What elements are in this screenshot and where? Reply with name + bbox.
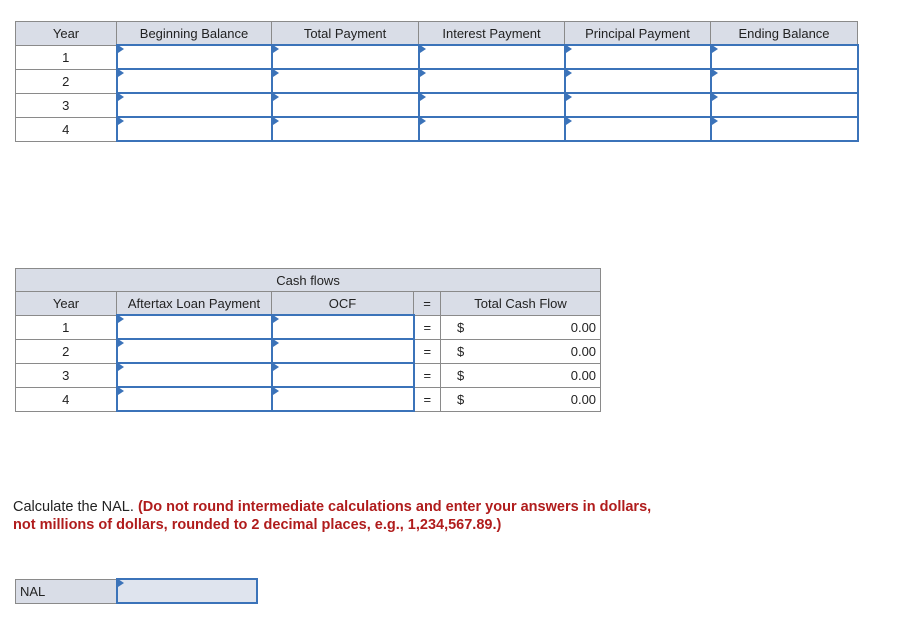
aftertax-loan-payment-input[interactable] [115, 362, 273, 388]
principal-payment-input[interactable] [563, 116, 712, 142]
table-row: 3 [15, 92, 859, 118]
nal-table: NAL [15, 578, 258, 604]
year-cell: 3 [15, 362, 117, 388]
beginning-balance-input[interactable] [115, 68, 273, 94]
header-total-payment: Total Payment [271, 21, 419, 46]
total-value: 0.00 [570, 391, 597, 407]
table-row: 2 [15, 68, 859, 94]
total-value: 0.00 [570, 343, 597, 359]
ocf-input[interactable] [270, 362, 415, 388]
year-cell: 2 [15, 68, 117, 94]
total-payment-input[interactable] [270, 116, 420, 142]
equals-sign: = [413, 386, 441, 412]
ending-balance-input[interactable] [709, 44, 859, 70]
beginning-balance-input[interactable] [115, 116, 273, 142]
year-cell: 3 [15, 92, 117, 118]
table-row: 4 = $0.00 [15, 386, 602, 412]
ending-balance-input[interactable] [709, 92, 859, 118]
equals-sign: = [413, 338, 441, 364]
beginning-balance-input[interactable] [115, 44, 273, 70]
beginning-balance-input[interactable] [115, 92, 273, 118]
header-ocf: OCF [271, 291, 414, 316]
header-ending-balance: Ending Balance [710, 21, 858, 46]
principal-payment-input[interactable] [563, 68, 712, 94]
year-cell: 2 [15, 338, 117, 364]
year-cell: 1 [15, 314, 117, 340]
table-row: 1 [15, 44, 859, 70]
principal-payment-input[interactable] [563, 92, 712, 118]
table-row: 3 = $0.00 [15, 362, 602, 388]
ending-balance-input[interactable] [709, 116, 859, 142]
table-row: 2 = $0.00 [15, 338, 602, 364]
principal-payment-input[interactable] [563, 44, 712, 70]
total-payment-input[interactable] [270, 68, 420, 94]
ocf-input[interactable] [270, 386, 415, 412]
currency-symbol: $ [457, 319, 465, 335]
ocf-input[interactable] [270, 338, 415, 364]
interest-payment-input[interactable] [417, 68, 566, 94]
aftertax-loan-payment-input[interactable] [115, 386, 273, 412]
year-cell: 4 [15, 386, 117, 412]
equals-sign: = [413, 314, 441, 340]
total-cash-flow: $0.00 [439, 362, 602, 388]
total-payment-input[interactable] [270, 92, 420, 118]
year-cell: 4 [15, 116, 117, 142]
total-payment-input[interactable] [270, 44, 420, 70]
header-year: Year [15, 291, 117, 316]
cash-flows-title: Cash flows [14, 268, 602, 292]
total-value: 0.00 [570, 319, 597, 335]
instruction: Calculate the NAL. (Do not round interme… [13, 498, 653, 534]
instruction-text: Calculate the NAL. [13, 499, 134, 515]
currency-symbol: $ [457, 367, 465, 383]
equals-sign: = [413, 362, 441, 388]
header-interest-payment: Interest Payment [418, 21, 565, 46]
amortization-table: Year Beginning Balance Total Payment Int… [15, 21, 859, 142]
currency-symbol: $ [457, 343, 465, 359]
year-cell: 1 [15, 44, 117, 70]
table-row: 1 = $0.00 [15, 314, 602, 340]
interest-payment-input[interactable] [417, 44, 566, 70]
total-cash-flow: $0.00 [439, 338, 602, 364]
interest-payment-input[interactable] [417, 116, 566, 142]
header-principal-payment: Principal Payment [564, 21, 711, 46]
header-aftertax-loan-payment: Aftertax Loan Payment [116, 291, 272, 316]
total-value: 0.00 [570, 367, 597, 383]
table-row: 4 [15, 116, 859, 142]
header-total-cash-flow: Total Cash Flow [439, 291, 602, 316]
cash-flows-table: Cash flows Year Aftertax Loan Payment OC… [14, 268, 602, 412]
header-beginning-balance: Beginning Balance [116, 21, 272, 46]
header-equals: = [413, 291, 441, 316]
total-cash-flow: $0.00 [439, 386, 602, 412]
ending-balance-input[interactable] [709, 68, 859, 94]
interest-payment-input[interactable] [417, 92, 566, 118]
total-cash-flow: $0.00 [439, 314, 602, 340]
nal-label: NAL [15, 578, 117, 604]
header-year: Year [15, 21, 117, 46]
nal-input[interactable] [115, 578, 258, 604]
currency-symbol: $ [457, 391, 465, 407]
ocf-input[interactable] [270, 314, 415, 340]
aftertax-loan-payment-input[interactable] [115, 314, 273, 340]
aftertax-loan-payment-input[interactable] [115, 338, 273, 364]
